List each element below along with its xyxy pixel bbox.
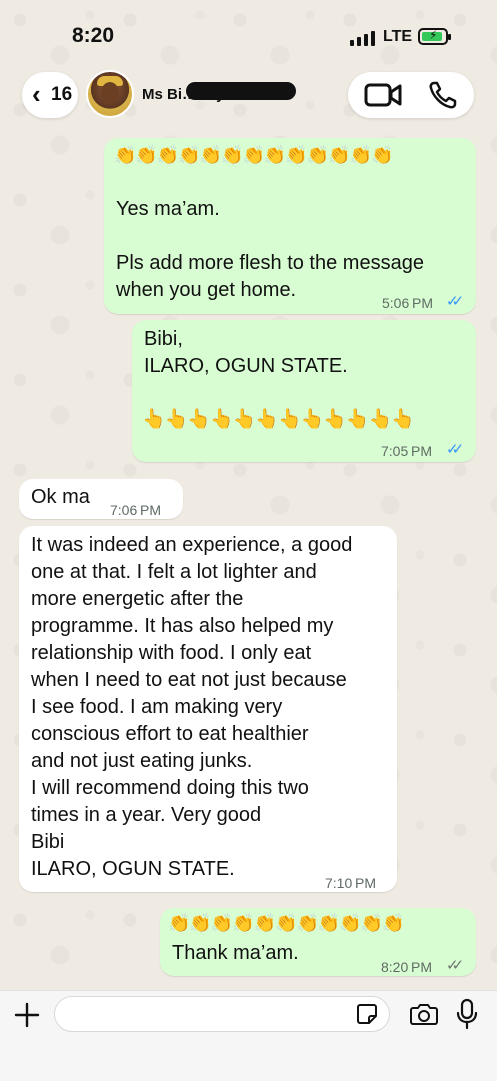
read-receipt-icon: ✓✓ [446, 293, 464, 310]
message-text: Thank ma’am. [172, 942, 299, 964]
status-bar: 8:20 LTE ⚡ [0, 0, 497, 70]
delivered-receipt-icon: ✓✓ [446, 957, 464, 974]
back-button[interactable]: ‹ 16 [22, 72, 78, 118]
message-bubble-incoming[interactable]: Ok ma 7:06 PM [19, 479, 183, 519]
message-bubble-incoming[interactable]: It was indeed an experience, a good one … [19, 526, 397, 892]
contact-avatar[interactable] [86, 70, 134, 118]
message-bubble-outgoing[interactable]: 👏👏👏👏👏👏👏👏👏👏👏👏👏 Yes ma’am. Pls add more fl… [104, 138, 476, 314]
camera-icon[interactable] [410, 1002, 438, 1026]
message-text: It was indeed an experience, a good one … [31, 534, 353, 880]
unread-count: 16 [51, 84, 73, 105]
pointing-up-emoji-row: 👆👆👆👆👆👆👆👆👆👆👆👆 [142, 409, 415, 430]
chevron-left-icon: ‹ [32, 79, 41, 109]
clap-emoji-row: 👏👏👏👏👏👏👏👏👏👏👏 [168, 913, 405, 933]
plus-icon[interactable] [14, 1002, 40, 1028]
message-time: 7:10 PM [325, 875, 377, 891]
message-time: 7:06 PM [110, 502, 162, 518]
message-text: Yes ma’am. Pls add more flesh to the mes… [116, 198, 424, 301]
message-input[interactable] [54, 996, 390, 1032]
sticker-icon[interactable] [356, 1003, 378, 1025]
microphone-icon[interactable] [456, 998, 478, 1030]
video-call-icon[interactable] [364, 82, 402, 108]
message-time: 7:05 PM [381, 443, 433, 459]
message-time: 5:06 PM [382, 295, 434, 311]
clap-emoji-row: 👏👏👏👏👏👏👏👏👏👏👏👏👏 [114, 145, 393, 165]
message-text: Ok ma [31, 486, 90, 508]
phone-call-icon[interactable] [428, 80, 458, 110]
message-text: Bibi, ILARO, OGUN STATE. [144, 328, 348, 377]
network-type: LTE [383, 28, 413, 45]
battery-charging-icon: ⚡ [418, 28, 451, 45]
status-time: 8:20 [72, 24, 115, 47]
message-bubble-outgoing[interactable]: 👏👏👏👏👏👏👏👏👏👏👏 Thank ma’am. 8:20 PM ✓✓ [160, 908, 476, 976]
redaction-mark [186, 82, 296, 100]
message-bubble-outgoing[interactable]: Bibi, ILARO, OGUN STATE. 👆👆👆👆👆👆👆👆👆👆👆👆 7:… [132, 320, 476, 462]
signal-strength-icon [350, 30, 376, 46]
message-time: 8:20 PM [381, 959, 433, 975]
read-receipt-icon: ✓✓ [446, 441, 464, 458]
